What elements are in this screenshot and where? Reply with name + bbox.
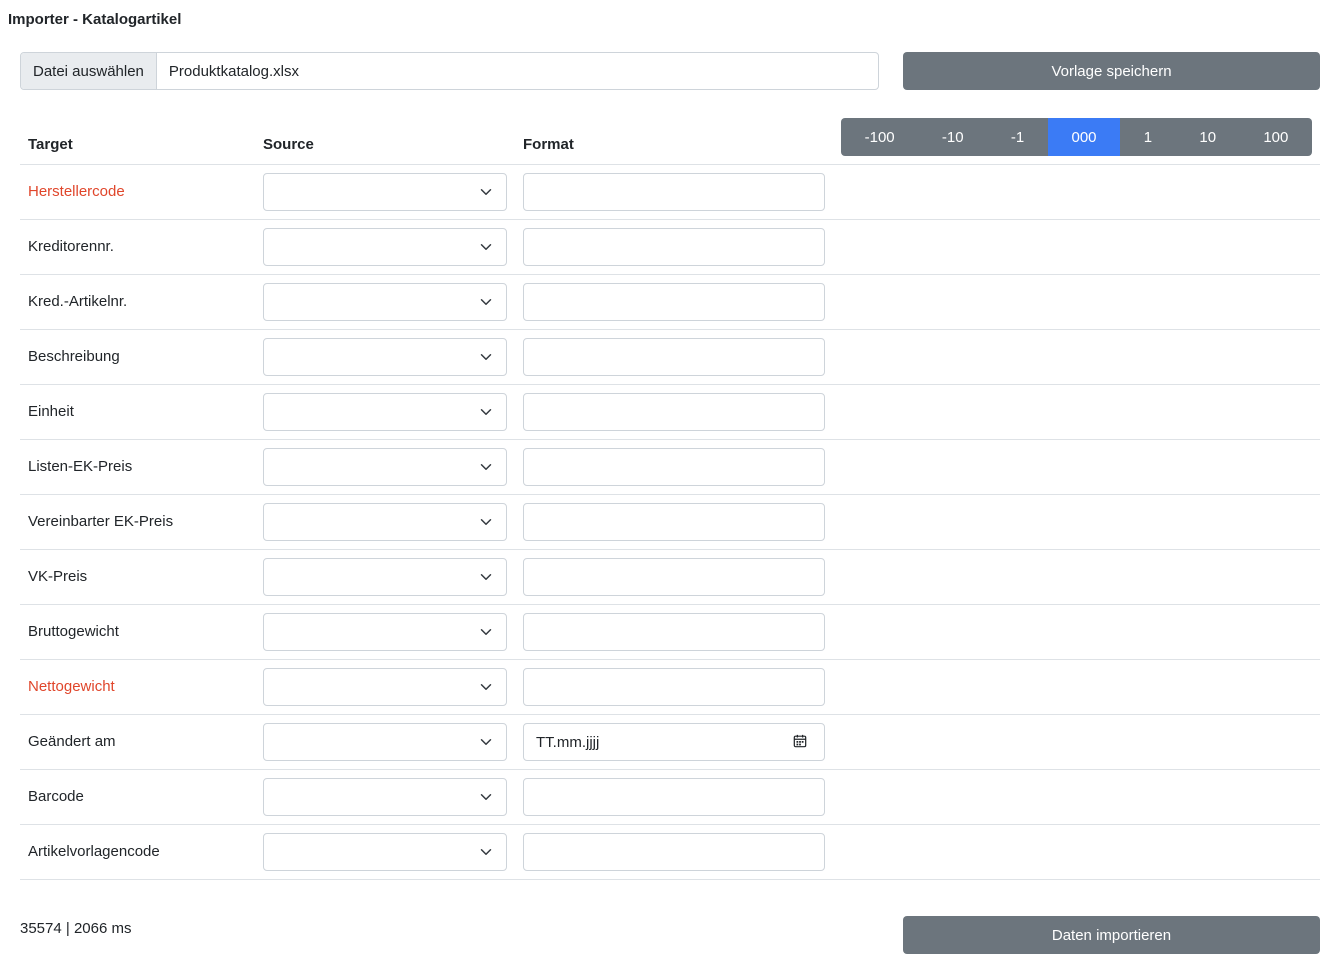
table-row: Nettogewicht xyxy=(20,660,1320,715)
chevron-down-icon xyxy=(480,680,492,692)
chevron-down-icon xyxy=(480,405,492,417)
chevron-down-icon xyxy=(480,295,492,307)
source-select[interactable] xyxy=(263,338,507,376)
status-info: 35574 | 2066 ms xyxy=(20,920,132,937)
mapping-table: Herstellercode Kreditorennr. Kred.-Artikel… xyxy=(20,165,1320,880)
calendar-icon[interactable] xyxy=(793,734,809,750)
column-header-format: Format xyxy=(523,136,574,153)
target-field-label: Geändert am xyxy=(28,733,116,750)
format-input[interactable] xyxy=(523,778,825,816)
column-header-target: Target xyxy=(28,136,73,153)
table-row: Barcode xyxy=(20,770,1320,825)
target-field-label: Einheit xyxy=(28,403,74,420)
table-row: Kreditorennr. xyxy=(20,220,1320,275)
chevron-down-icon xyxy=(480,185,492,197)
chevron-down-icon xyxy=(480,240,492,252)
table-row: Kred.-Artikelnr. xyxy=(20,275,1320,330)
target-field-label: Vereinbarter EK-Preis xyxy=(28,513,174,530)
format-input[interactable] xyxy=(523,173,825,211)
chevron-down-icon xyxy=(480,350,492,362)
page-title: Importer - Katalogartikel xyxy=(8,11,182,28)
stepper-button[interactable]: -10 xyxy=(918,118,987,156)
chevron-down-icon xyxy=(480,790,492,802)
format-input[interactable] xyxy=(523,448,825,486)
target-field-label: Beschreibung xyxy=(28,348,120,365)
format-input[interactable] xyxy=(523,283,825,321)
format-input[interactable] xyxy=(523,558,825,596)
table-row: Artikelvorlagencode xyxy=(20,825,1320,880)
source-select[interactable] xyxy=(263,228,507,266)
target-field-label: Bruttogewicht xyxy=(28,623,119,640)
column-header-source: Source xyxy=(263,136,314,153)
selected-file-name: Produktkatalog.xlsx xyxy=(168,62,299,80)
target-field-label: Herstellercode xyxy=(28,183,125,200)
file-picker[interactable]: Datei auswählen Produktkatalog.xlsx xyxy=(20,52,879,90)
stepper-button[interactable]: -100 xyxy=(841,118,918,156)
format-input[interactable] xyxy=(523,613,825,651)
source-select[interactable] xyxy=(263,778,507,816)
stepper-button[interactable]: 1 xyxy=(1120,118,1176,156)
target-field-label: Barcode xyxy=(28,788,84,805)
target-field-label: VK-Preis xyxy=(28,568,88,585)
import-data-button[interactable]: Daten importieren xyxy=(903,916,1320,954)
format-input[interactable] xyxy=(523,503,825,541)
date-format-input[interactable] xyxy=(523,723,825,761)
source-select[interactable] xyxy=(263,503,507,541)
table-row: Herstellercode xyxy=(20,165,1320,220)
format-input[interactable] xyxy=(523,668,825,706)
table-row: Geändert am xyxy=(20,715,1320,770)
save-template-button[interactable]: Vorlage speichern xyxy=(903,52,1320,90)
offset-stepper: -100 -10 -1 000 1 10 100 xyxy=(841,118,1312,156)
source-select[interactable] xyxy=(263,448,507,486)
format-input[interactable] xyxy=(523,338,825,376)
chevron-down-icon xyxy=(480,570,492,582)
table-row: VK-Preis xyxy=(20,550,1320,605)
chevron-down-icon xyxy=(480,845,492,857)
chevron-down-icon xyxy=(480,625,492,637)
stepper-button[interactable]: 10 xyxy=(1176,118,1240,156)
target-field-label: Kred.-Artikelnr. xyxy=(28,293,128,310)
target-field-label: Listen-EK-Preis xyxy=(28,458,133,475)
table-row: Einheit xyxy=(20,385,1320,440)
stepper-button[interactable]: -1 xyxy=(987,118,1048,156)
source-select[interactable] xyxy=(263,558,507,596)
table-row: Listen-EK-Preis xyxy=(20,440,1320,495)
source-select[interactable] xyxy=(263,668,507,706)
format-input[interactable] xyxy=(523,228,825,266)
stepper-button[interactable]: 100 xyxy=(1240,118,1312,156)
source-select[interactable] xyxy=(263,723,507,761)
table-row: Beschreibung xyxy=(20,330,1320,385)
source-select[interactable] xyxy=(263,613,507,651)
format-input[interactable] xyxy=(523,393,825,431)
source-select[interactable] xyxy=(263,173,507,211)
chevron-down-icon xyxy=(480,460,492,472)
source-select[interactable] xyxy=(263,283,507,321)
source-select[interactable] xyxy=(263,833,507,871)
table-row: Vereinbarter EK-Preis xyxy=(20,495,1320,550)
format-input[interactable] xyxy=(523,833,825,871)
table-row: Bruttogewicht xyxy=(20,605,1320,660)
source-select[interactable] xyxy=(263,393,507,431)
choose-file-button[interactable]: Datei auswählen xyxy=(21,53,157,89)
target-field-label: Kreditorennr. xyxy=(28,238,114,255)
target-field-label: Nettogewicht xyxy=(28,678,115,695)
target-field-label: Artikelvorlagencode xyxy=(28,843,160,860)
chevron-down-icon xyxy=(480,735,492,747)
stepper-button[interactable]: 000 xyxy=(1047,118,1121,156)
chevron-down-icon xyxy=(480,515,492,527)
